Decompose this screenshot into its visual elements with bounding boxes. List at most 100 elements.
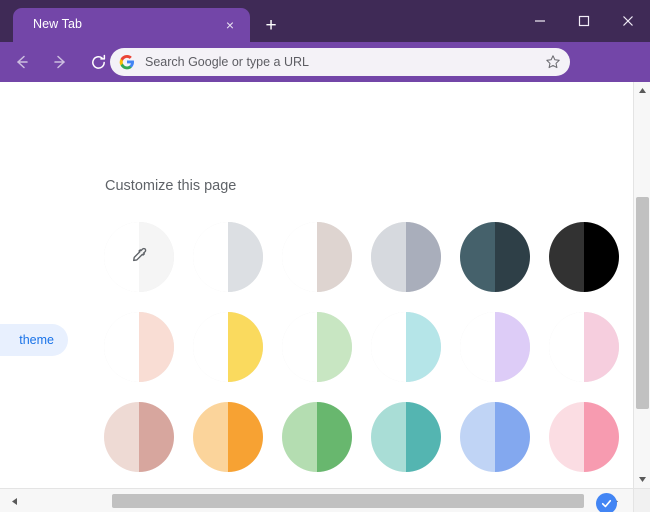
swatch-disc [193,402,263,472]
scroll-down-arrow-icon[interactable] [634,471,650,488]
swatch-half-right [139,402,174,472]
browser-toolbar: Search Google or type a URL [0,42,650,116]
tab-strip: New Tab × + [0,0,650,42]
swatch-half-left [460,402,495,472]
tab-title: New Tab [33,17,83,31]
swatch-disc [371,222,441,292]
swatch-half-right [495,222,530,292]
color-swatch-warm-grey[interactable] [282,222,371,312]
swatch-disc [104,402,174,472]
minimize-icon[interactable] [518,0,562,42]
color-swatch-pale-pink[interactable] [549,312,638,402]
swatch-half-right [317,222,352,292]
color-swatch-custom-color-picker[interactable] [104,222,193,312]
swatch-disc [460,312,530,382]
vertical-scrollbar-thumb[interactable] [636,197,649,409]
browser-tab-new-tab[interactable]: New Tab × [13,8,250,42]
swatch-disc [460,402,530,472]
address-bar-placeholder: Search Google or type a URL [145,55,309,69]
scroll-up-arrow-icon[interactable] [634,82,650,99]
color-swatch-yellow[interactable] [193,312,282,402]
swatch-half-right [584,402,619,472]
swatch-half-left [193,312,228,382]
swatch-half-left [549,222,584,292]
swatch-half-left [282,402,317,472]
swatch-half-right [317,312,352,382]
swatch-half-right [406,312,441,382]
color-swatch-pale-cyan[interactable] [371,312,460,402]
forward-arrow-icon[interactable] [44,46,76,78]
scroll-left-arrow-icon[interactable] [6,493,23,509]
color-swatch-cool-grey[interactable] [193,222,282,312]
swatch-selected-check-icon [596,493,617,512]
swatch-half-left [460,222,495,292]
address-bar[interactable]: Search Google or type a URL [110,48,570,76]
color-swatch-dark-teal-grey[interactable] [460,222,549,312]
swatch-half-left [371,312,406,382]
color-swatch-pale-peach[interactable] [104,312,193,402]
swatch-half-right [584,312,619,382]
color-swatch-pale-lavender[interactable] [460,312,549,402]
color-swatch-green[interactable] [282,402,371,492]
swatch-half-right [139,312,174,382]
color-swatch-grid [104,222,624,512]
color-swatch-rose-pink[interactable] [549,402,638,492]
swatch-half-left [371,222,406,292]
swatch-half-right [406,222,441,292]
swatch-disc [371,312,441,382]
swatch-half-right [495,402,530,472]
close-icon[interactable] [606,0,650,42]
swatch-disc [371,402,441,472]
swatch-disc [282,402,352,472]
chrome-theme-button[interactable]: theme [0,324,68,356]
color-swatch-black[interactable] [549,222,638,312]
color-swatch-teal[interactable] [371,402,460,492]
swatch-half-left [282,222,317,292]
back-arrow-icon[interactable] [6,46,38,78]
swatch-half-right [495,312,530,382]
chrome-theme-button-label: theme [19,333,54,347]
swatch-disc [193,312,263,382]
swatch-half-right [228,312,263,382]
bookmark-star-icon[interactable] [545,54,561,70]
maximize-icon[interactable] [562,0,606,42]
swatch-half-left [104,402,139,472]
swatch-disc [282,222,352,292]
page-title: Customize this page [105,178,237,194]
google-logo-icon [119,54,135,70]
scrollbar-corner [633,488,650,512]
swatch-disc [549,402,619,472]
swatch-disc [549,312,619,382]
vertical-scrollbar[interactable] [633,82,650,488]
color-swatch-orange[interactable] [193,402,282,492]
color-swatch-dusty-rose[interactable] [104,402,193,492]
swatch-half-left [549,312,584,382]
swatch-half-left [371,402,406,472]
window-controls [518,0,650,42]
swatch-half-right [317,402,352,472]
swatch-disc [282,312,352,382]
swatch-half-left [193,402,228,472]
swatch-half-right [228,402,263,472]
eyedropper-icon[interactable] [128,246,150,268]
new-tab-button[interactable]: + [259,13,283,37]
swatch-half-right [584,222,619,292]
swatch-half-right [406,402,441,472]
swatch-disc [460,222,530,292]
horizontal-scrollbar-thumb[interactable] [112,494,584,508]
swatch-half-right [228,222,263,292]
color-swatch-pale-green[interactable] [282,312,371,402]
swatch-half-left [282,312,317,382]
swatch-half-left [104,312,139,382]
swatch-half-left [460,312,495,382]
swatch-disc [193,222,263,292]
color-swatch-slate-light[interactable] [371,222,460,312]
swatch-half-left [193,222,228,292]
color-swatch-cornflower-blue[interactable] [460,402,549,492]
horizontal-scrollbar[interactable] [0,488,650,512]
tab-close-icon[interactable]: × [222,17,238,33]
swatch-disc [104,312,174,382]
page-content: nd theme Customize this page [0,82,650,512]
swatch-half-left [549,402,584,472]
swatch-disc [549,222,619,292]
